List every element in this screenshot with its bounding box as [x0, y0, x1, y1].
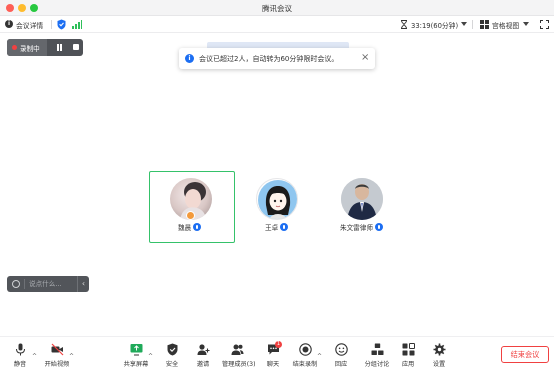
chevron-up-icon[interactable]: ^: [32, 353, 37, 360]
meeting-timer: 33:19(60分钟): [411, 22, 459, 30]
apps-label: 应用: [401, 361, 415, 368]
chat-label: 聊天: [266, 361, 280, 368]
participant-nameplate: 王卓: [265, 222, 289, 232]
reactions-button[interactable]: 回应: [326, 343, 356, 370]
recording-status: 录制中: [7, 39, 47, 56]
manage-members-button[interactable]: 管理成员(3): [222, 343, 256, 370]
network-signal-icon[interactable]: [72, 20, 82, 29]
participant-nameplate: 朱文雷律师: [340, 222, 383, 232]
meeting-info-button[interactable]: 会议详情: [16, 20, 43, 30]
security-label: 安全: [165, 361, 179, 368]
chat-button[interactable]: 1 聊天: [258, 341, 288, 370]
cartoon-avatar-icon: [258, 180, 297, 219]
divider: [51, 20, 52, 29]
members-icon: [231, 344, 243, 355]
share-screen-button[interactable]: 共享屏幕: [121, 343, 151, 370]
settings-button[interactable]: 设置: [424, 343, 454, 370]
mic-icon: [280, 223, 289, 231]
chevron-down-icon[interactable]: [461, 22, 467, 26]
pause-recording-button[interactable]: [56, 44, 63, 51]
apps-button[interactable]: 应用: [393, 343, 423, 370]
participant-name: 魏晨: [178, 224, 192, 232]
close-icon[interactable]: ×: [361, 52, 369, 64]
record-icon: [298, 343, 312, 356]
share-screen-icon: [130, 344, 142, 356]
reactions-label: 回应: [334, 361, 348, 368]
security-button[interactable]: 安全: [157, 343, 187, 370]
chat-input[interactable]: [29, 277, 73, 291]
chevron-up-icon[interactable]: ^: [69, 353, 74, 360]
mute-button[interactable]: 静音: [5, 343, 35, 370]
unread-badge: 1: [275, 341, 282, 348]
microphone-icon: [15, 343, 25, 356]
invite-button[interactable]: 邀请: [188, 343, 218, 370]
host-badge-icon: [186, 211, 195, 220]
window-title: 腾讯会议: [262, 4, 292, 13]
start-video-label: 开始视频: [44, 361, 70, 368]
start-video-button[interactable]: 开始视频: [42, 343, 72, 370]
view-mode-button[interactable]: 宫格视图: [492, 20, 519, 30]
quick-chat-box: ‹: [7, 276, 89, 292]
chevron-up-icon[interactable]: ^: [317, 353, 322, 360]
chat-bubble-icon: [12, 280, 20, 288]
shield-icon[interactable]: [57, 19, 66, 30]
grid-view-icon[interactable]: [480, 20, 489, 29]
time-limit-notice: i 会议已超过2人，自动转为60分钟限时会议。 ×: [179, 48, 375, 69]
chevron-up-icon[interactable]: ^: [148, 353, 153, 360]
portrait-icon: [341, 178, 383, 220]
apps-grid-icon: [402, 343, 415, 356]
chevron-down-icon[interactable]: [523, 22, 529, 26]
info-icon: i: [185, 54, 194, 63]
avatar: [256, 178, 298, 220]
smiley-icon: [334, 343, 348, 356]
invite-label: 邀请: [196, 361, 210, 368]
stop-recording-button[interactable]: 结束录制: [290, 343, 320, 370]
participant-name: 王卓: [265, 224, 279, 232]
info-icon[interactable]: i: [5, 20, 13, 28]
fullscreen-icon[interactable]: [540, 20, 549, 29]
avatar: [341, 178, 383, 220]
manage-members-label: 管理成员(3): [222, 361, 256, 368]
shield-icon: [167, 343, 177, 356]
mic-icon: [193, 223, 202, 231]
bottom-toolbar: 静音 ^ 开始视频 ^ 共享屏幕 ^ 安全 邀请 管理成员(3) 1 聊天 结束…: [0, 336, 554, 371]
settings-label: 设置: [432, 361, 446, 368]
recording-label: 录制中: [20, 45, 40, 53]
share-screen-label: 共享屏幕: [123, 361, 149, 368]
stop-recording-label: 结束录制: [292, 361, 318, 368]
window-titlebar: 腾讯会议: [0, 0, 554, 16]
recording-widget: 录制中: [7, 39, 83, 56]
divider: [472, 20, 473, 29]
gear-icon: [433, 343, 445, 356]
hourglass-icon: [401, 20, 407, 29]
breakout-icon: [371, 343, 383, 355]
mute-label: 静音: [13, 361, 27, 368]
add-person-icon: [197, 344, 209, 355]
stop-recording-button[interactable]: [73, 44, 79, 50]
collapse-chevron-icon[interactable]: ‹: [77, 276, 89, 292]
breakout-rooms-button[interactable]: 分组讨论: [362, 343, 392, 370]
meeting-info-bar: i 会议详情 33:19(60分钟) 宫格视图: [0, 16, 554, 33]
divider: [24, 279, 25, 289]
participant-name: 朱文雷律师: [340, 224, 373, 232]
notice-text: 会议已超过2人，自动转为60分钟限时会议。: [199, 55, 339, 63]
camera-off-icon: [51, 343, 63, 356]
end-meeting-button[interactable]: 结束会议: [501, 346, 549, 363]
mic-icon: [374, 223, 383, 231]
breakout-rooms-label: 分组讨论: [364, 361, 390, 368]
participant-nameplate: 魏晨: [178, 222, 202, 232]
recording-dot-icon: [12, 45, 17, 50]
